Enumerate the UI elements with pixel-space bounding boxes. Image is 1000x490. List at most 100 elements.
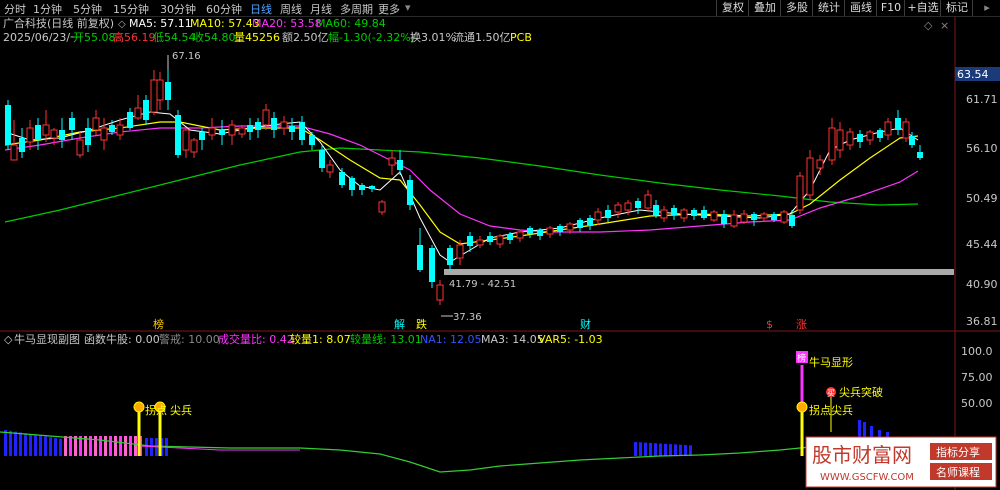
candle-body[interactable] — [902, 121, 910, 139]
candle-body[interactable] — [594, 211, 602, 221]
candle-body[interactable] — [487, 236, 493, 242]
candle-body[interactable] — [69, 118, 75, 130]
candle-body[interactable] — [557, 226, 563, 232]
candle-body[interactable] — [280, 121, 288, 129]
candle-body[interactable] — [895, 118, 901, 130]
candle-body[interactable] — [710, 211, 718, 221]
candle-body[interactable] — [5, 105, 11, 145]
candle-body[interactable] — [199, 132, 205, 140]
candle-body[interactable] — [35, 125, 41, 140]
candle-body[interactable] — [507, 234, 513, 240]
candle-body[interactable] — [828, 127, 836, 161]
candle-body[interactable] — [836, 129, 844, 151]
candle-body[interactable] — [219, 130, 225, 135]
candle-body[interactable] — [156, 79, 164, 101]
candle-body[interactable] — [476, 239, 484, 246]
candle-body[interactable] — [806, 157, 814, 196]
candle-body[interactable] — [587, 218, 593, 226]
candle-body[interactable] — [635, 201, 641, 208]
candle-body[interactable] — [262, 109, 270, 126]
candle-body[interactable] — [680, 209, 688, 219]
candle-body[interactable] — [691, 210, 697, 216]
candle-body[interactable] — [644, 194, 652, 209]
candle-body[interactable] — [577, 220, 583, 228]
candle-body[interactable] — [407, 180, 413, 205]
candle-body[interactable] — [50, 129, 58, 139]
candle-body[interactable] — [456, 244, 464, 259]
candle-body[interactable] — [751, 214, 757, 220]
sector-tag[interactable]: PCB — [510, 31, 532, 44]
candle-body[interactable] — [319, 150, 325, 168]
candle-body[interactable] — [760, 213, 768, 219]
candle-body[interactable] — [605, 210, 611, 218]
candle-body[interactable] — [238, 127, 246, 135]
close-pane-icon[interactable]: × — [940, 19, 949, 32]
candle-body[interactable] — [339, 172, 345, 185]
candle-body[interactable] — [309, 135, 315, 145]
event-marker[interactable]: 涨 — [796, 318, 807, 331]
candle-body[interactable] — [208, 127, 216, 136]
candle-body[interactable] — [417, 245, 423, 270]
candle-body[interactable] — [228, 124, 236, 136]
candle-body[interactable] — [816, 159, 824, 169]
candle-body[interactable] — [884, 121, 892, 136]
event-marker[interactable]: 财 — [580, 317, 591, 331]
candle-body[interactable] — [516, 231, 524, 239]
candle-body[interactable] — [190, 139, 198, 153]
candle-body[interactable] — [397, 160, 403, 170]
candle-body[interactable] — [877, 130, 883, 138]
candle-body[interactable] — [359, 185, 365, 190]
candle-body[interactable] — [349, 178, 355, 190]
candle-body[interactable] — [537, 230, 543, 236]
candle-body[interactable] — [289, 126, 295, 132]
candle-body[interactable] — [653, 205, 659, 215]
candle-body[interactable] — [255, 122, 261, 130]
candle-body[interactable] — [10, 144, 18, 161]
candle-body[interactable] — [527, 228, 533, 234]
event-marker[interactable]: 榜 — [153, 317, 164, 331]
candle-body[interactable] — [701, 210, 707, 218]
candle-body[interactable] — [846, 131, 854, 146]
candle-body[interactable] — [771, 214, 777, 220]
event-marker[interactable]: $ — [766, 318, 773, 331]
candle-body[interactable] — [326, 164, 334, 173]
candle-body[interactable] — [789, 215, 795, 226]
candle-body[interactable] — [429, 248, 435, 282]
candle-body[interactable] — [247, 125, 253, 132]
candle-body[interactable] — [378, 201, 386, 213]
candle-body[interactable] — [271, 118, 277, 130]
turn-point-icon[interactable] — [796, 401, 808, 413]
candle-body[interactable] — [917, 152, 923, 158]
candle-body[interactable] — [143, 100, 149, 120]
candle-body[interactable] — [721, 214, 727, 224]
candle-body[interactable] — [109, 125, 115, 132]
candle-body[interactable] — [496, 235, 504, 245]
candle-body[interactable] — [299, 122, 305, 140]
event-marker[interactable]: 跌 — [416, 317, 427, 331]
candle-body[interactable] — [796, 175, 804, 211]
candle-body[interactable] — [369, 186, 375, 189]
candle-body[interactable] — [19, 138, 25, 152]
candle-body[interactable] — [546, 227, 554, 235]
candle-body[interactable] — [100, 127, 108, 141]
candle-body[interactable] — [182, 129, 190, 151]
candle-body[interactable] — [624, 202, 632, 211]
candle-body[interactable] — [116, 124, 124, 136]
candle-body[interactable] — [59, 130, 65, 140]
candle-body[interactable] — [127, 112, 133, 128]
candle-body[interactable] — [134, 107, 142, 119]
candle-body[interactable] — [467, 236, 473, 246]
indicator-collapse-icon[interactable]: ◇ — [4, 333, 13, 346]
candle-body[interactable] — [150, 79, 158, 113]
candle-body[interactable] — [26, 127, 34, 143]
candle-body[interactable] — [175, 115, 181, 155]
ma-toggle-icon[interactable]: ◇ — [118, 19, 126, 30]
candle-body[interactable] — [447, 248, 453, 265]
candle-body[interactable] — [76, 139, 84, 156]
candle-body[interactable] — [660, 209, 668, 219]
candle-body[interactable] — [85, 128, 91, 145]
candle-body[interactable] — [909, 136, 915, 145]
candle-body[interactable] — [42, 124, 50, 136]
candle-body[interactable] — [780, 211, 788, 223]
event-marker[interactable]: 解 — [394, 317, 405, 331]
